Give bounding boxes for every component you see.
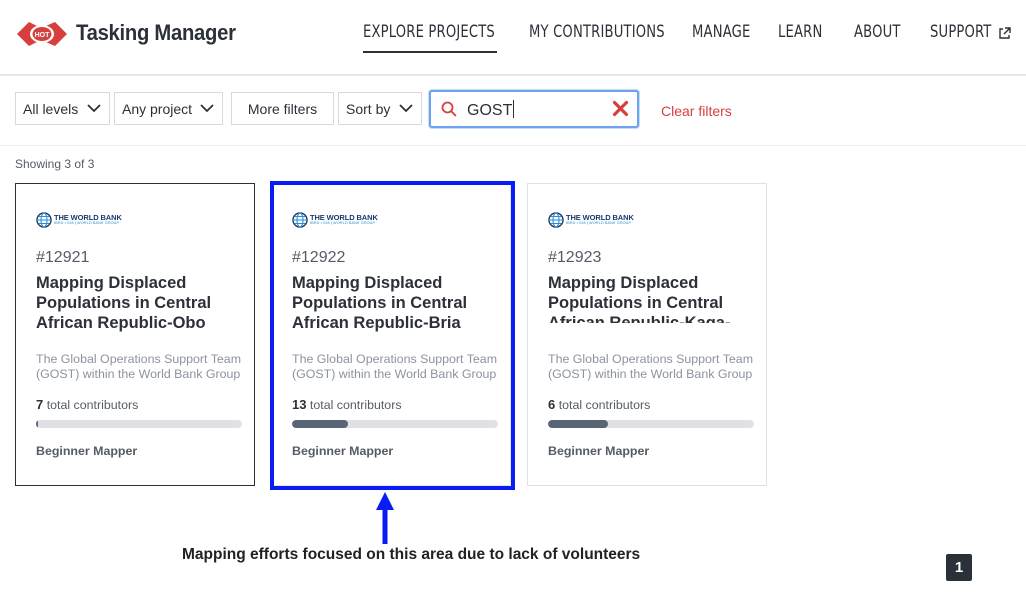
chevron-down-icon	[87, 104, 101, 113]
external-link-icon[interactable]	[998, 27, 1011, 40]
search-text: GOST	[467, 102, 513, 119]
mapper-level: Beginner Mapper	[548, 444, 650, 458]
globe-icon	[36, 212, 52, 228]
nav-explore-projects[interactable]: EXPLORE PROJECTS	[363, 22, 495, 42]
globe-icon	[548, 212, 564, 228]
search-icon	[441, 101, 457, 117]
contributors-number: 7	[36, 397, 44, 412]
progress-bar-fill	[36, 420, 38, 428]
clear-filters-link[interactable]: Clear filters	[661, 103, 732, 119]
section-divider	[0, 145, 1026, 146]
pagination-page-1[interactable]: 1	[946, 554, 972, 581]
project-id: #12923	[548, 249, 602, 266]
org-logo-sub: IBRD • IDA | WORLD BANK GROUP	[54, 221, 120, 226]
chevron-down-icon	[399, 104, 413, 113]
contributors-number: 6	[548, 397, 556, 412]
project-card[interactable]: THE WORLD BANK IBRD • IDA | WORLD BANK GR…	[527, 183, 767, 486]
level-filter-label: All levels	[23, 100, 79, 117]
project-organisation: The Global Operations Support Team (GOST…	[36, 352, 242, 381]
top-navbar: HOT Tasking Manager EXPLORE PROJECTS MY …	[0, 0, 1026, 76]
arrow-up-icon	[376, 492, 394, 544]
world-bank-logo: THE WORLD BANK IBRD • IDA | WORLD BANK GR…	[36, 212, 122, 228]
level-filter-select[interactable]: All levels	[15, 92, 110, 125]
project-title[interactable]: Mapping Displaced Populations in Central…	[548, 273, 748, 323]
hot-logo-icon[interactable]: HOT	[15, 16, 69, 52]
search-input-value[interactable]: GOST	[467, 100, 515, 120]
progress-bar	[548, 420, 754, 428]
annotation-caption: Mapping efforts focused on this area due…	[182, 546, 641, 563]
nav-support[interactable]: SUPPORT	[930, 22, 992, 42]
active-nav-underline	[363, 51, 497, 53]
more-filters-button[interactable]: More filters	[231, 92, 334, 125]
progress-bar	[36, 420, 242, 428]
sort-by-select[interactable]: Sort by	[338, 92, 422, 125]
nav-learn[interactable]: LEARN	[778, 22, 822, 42]
results-count: Showing 3 of 3	[15, 157, 95, 171]
project-id: #12921	[36, 249, 90, 266]
contributors-count: 6 total contributors	[548, 397, 650, 412]
world-bank-logo: THE WORLD BANK IBRD • IDA | WORLD BANK GR…	[548, 212, 634, 228]
nav-my-contributions[interactable]: MY CONTRIBUTIONS	[529, 22, 665, 42]
project-filter-label: Any project	[122, 100, 193, 117]
contributors-label: total contributors	[46, 398, 139, 412]
contributors-count: 7 total contributors	[36, 397, 138, 412]
brand-title[interactable]: Tasking Manager	[76, 20, 236, 46]
project-filter-select[interactable]: Any project	[114, 92, 223, 125]
chevron-down-icon	[200, 104, 214, 113]
sort-by-label: Sort by	[346, 100, 391, 117]
nav-about[interactable]: ABOUT	[854, 22, 901, 42]
logo-text: HOT	[35, 32, 51, 39]
project-card[interactable]: THE WORLD BANK IBRD • IDA | WORLD BANK GR…	[15, 183, 255, 486]
project-organisation: The Global Operations Support Team (GOST…	[548, 352, 754, 381]
org-logo-name: THE WORLD BANK	[566, 212, 634, 222]
text-caret	[513, 100, 515, 118]
clear-search-icon[interactable]	[612, 100, 629, 117]
mapper-level: Beginner Mapper	[36, 444, 138, 458]
org-logo-name: THE WORLD BANK	[54, 212, 122, 222]
contributors-label: total contributors	[558, 398, 651, 412]
org-logo-sub: IBRD • IDA | WORLD BANK GROUP	[566, 221, 632, 226]
project-title[interactable]: Mapping Displaced Populations in Central…	[36, 273, 236, 333]
more-filters-label: More filters	[247, 100, 318, 117]
progress-bar-fill	[548, 420, 608, 428]
project-search-input[interactable]: GOST	[429, 90, 639, 128]
highlight-box	[270, 181, 515, 490]
nav-manage[interactable]: MANAGE	[692, 22, 750, 42]
